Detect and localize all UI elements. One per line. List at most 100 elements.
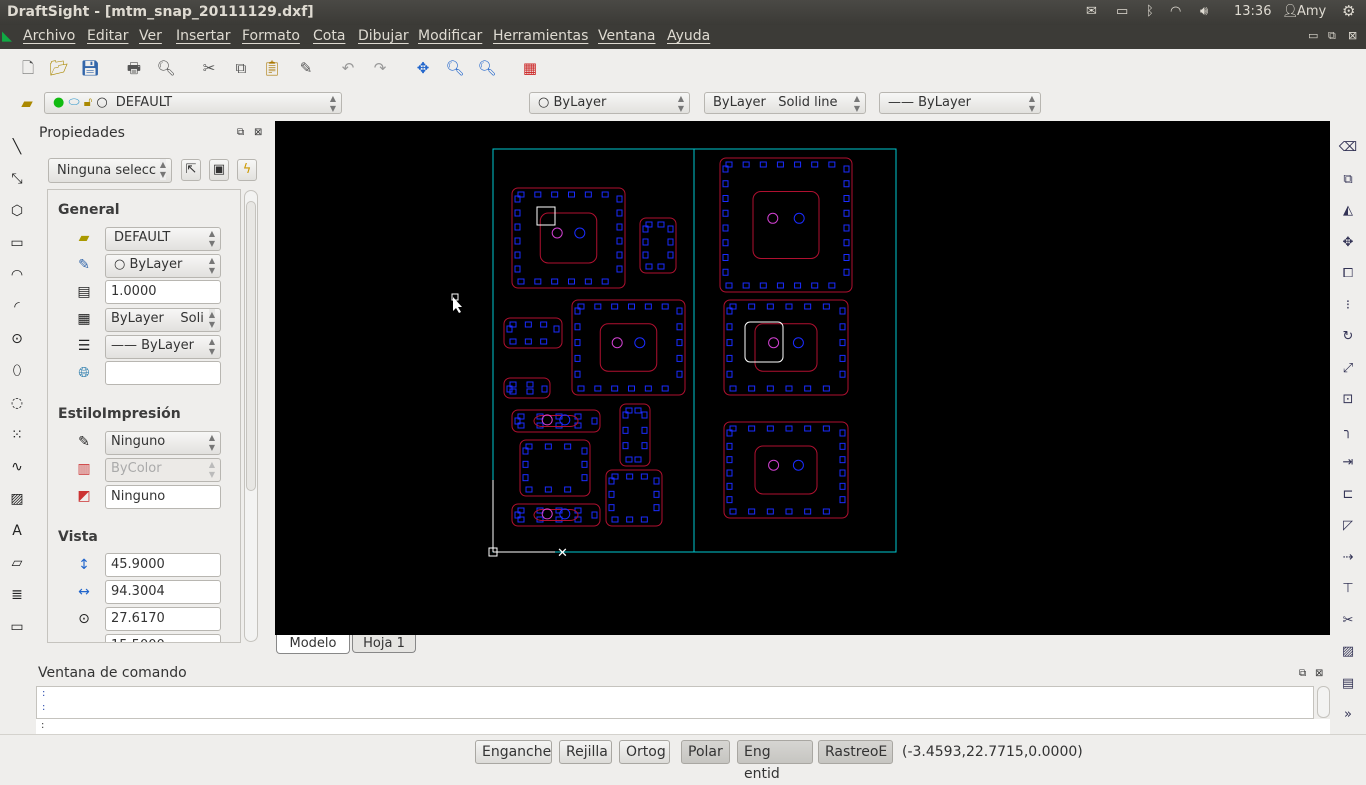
rectangle-tool-icon[interactable]: ▭ [7, 233, 27, 253]
prop-layer-combo[interactable]: DEFAULT ▲ ▼ [105, 227, 221, 251]
format-painter-icon[interactable]: ✎ [295, 57, 317, 79]
menu-modificar[interactable]: Modificar [418, 28, 482, 44]
status-ortog-button[interactable]: Ortog [619, 740, 670, 764]
redo-icon[interactable]: ↷ [369, 57, 391, 79]
arc-tool-icon[interactable]: ◠ [7, 265, 27, 285]
float-command-icon[interactable]: ⧉ [1299, 668, 1306, 679]
clock[interactable]: 13:36 [1234, 4, 1271, 19]
print-icon[interactable]: 🖶 [123, 57, 145, 79]
linestyle-combo[interactable]: ByLayer Solid line ▲ ▼ [704, 92, 866, 114]
ellipse-tool-icon[interactable]: ⬯ [7, 361, 27, 381]
print-preview-icon[interactable]: 🔍︎ [155, 57, 177, 79]
float-panel-icon[interactable]: ⧉ [237, 127, 244, 138]
move-tool-icon[interactable]: ✥ [1338, 233, 1358, 253]
polygon-tool-icon[interactable]: ⬡ [7, 201, 27, 221]
menu-dibujar[interactable]: Dibujar [358, 28, 409, 44]
prop-scale-field[interactable]: 1.0000 [105, 280, 221, 304]
status-polar-button[interactable]: Polar [681, 740, 730, 764]
more-tool-icon[interactable]: » [1338, 705, 1358, 725]
hatch-edit-tool-icon[interactable]: ▨ [1338, 642, 1358, 662]
close-doc-icon[interactable]: ⊠ [1348, 29, 1357, 42]
note-tool-icon[interactable]: ≣ [7, 585, 27, 605]
mirror-tool-icon[interactable]: ◭ [1338, 201, 1358, 221]
color-combo[interactable]: ○ ByLayer ▲ ▼ [529, 92, 690, 114]
undo-icon[interactable]: ↶ [337, 57, 359, 79]
zoom-previous-icon[interactable]: 🔍︎ [476, 57, 498, 79]
stretch-tool-icon[interactable]: ⊡ [1338, 390, 1358, 410]
layer-icon[interactable]: ▰ [16, 92, 38, 114]
wifi-icon[interactable]: ◠ [1170, 4, 1181, 19]
tab-modelo[interactable]: Modelo [276, 635, 350, 654]
prop-linestyle-combo[interactable]: ByLayer Soli ▲ ▼ [105, 308, 221, 332]
properties-tool-icon[interactable]: ▤ [1338, 674, 1358, 694]
restore-doc-icon[interactable]: ⧉ [1328, 29, 1336, 43]
pattern-tool-icon[interactable]: ⁝ [1338, 296, 1358, 316]
print-style-combo[interactable]: Ninguno ▲ ▼ [105, 431, 221, 455]
view-center-x-field[interactable]: 27.6170 [105, 607, 221, 631]
elliptical-arc-tool-icon[interactable]: ◌ [7, 393, 27, 413]
menu-herramientas[interactable]: Herramientas [493, 28, 588, 44]
menu-cota[interactable]: Cota [313, 28, 345, 44]
zoom-realtime-icon[interactable]: 🔍︎ [444, 57, 466, 79]
spline-tool-icon[interactable]: ∿ [7, 457, 27, 477]
attached-table-field[interactable]: Ninguno [105, 485, 221, 509]
layer-manager-icon[interactable]: ▦ [519, 57, 541, 79]
new-file-icon[interactable]: 🗋 [17, 57, 39, 79]
circle-tool-icon[interactable]: ⊙ [7, 329, 27, 349]
quick-select-button[interactable]: ϟ [237, 159, 257, 181]
mail-icon[interactable]: ✉ [1086, 4, 1097, 19]
menu-ver[interactable]: Ver [139, 28, 162, 44]
rotate-tool-icon[interactable]: ↻ [1338, 327, 1358, 347]
status-enganche-button[interactable]: Enganche [475, 740, 552, 764]
scale-tool-icon[interactable]: ⤢ [1338, 359, 1358, 379]
settings-gear-icon[interactable]: ⚙ [1342, 2, 1355, 20]
cut-icon[interactable]: ✂ [198, 57, 220, 79]
line-tool-icon[interactable]: ╲ [7, 137, 27, 157]
copy-icon[interactable]: ⧉ [230, 57, 252, 79]
prop-color-combo[interactable]: ○ ByLayer ▲ ▼ [105, 254, 221, 278]
bluetooth-icon[interactable]: ᛒ [1146, 4, 1154, 19]
explode-tool-icon[interactable]: ✂ [1338, 611, 1358, 631]
close-panel-icon[interactable]: ⊠ [254, 127, 262, 138]
extend-tool-icon[interactable]: ⇥ [1338, 453, 1358, 473]
properties-scrollbar[interactable] [244, 190, 258, 642]
point-array-tool-icon[interactable]: ⁙ [7, 425, 27, 445]
drawing-canvas[interactable]: ✕ [275, 121, 1330, 635]
command-scrollbar[interactable] [1317, 686, 1330, 718]
fillet-tool-icon[interactable]: ╮ [1338, 422, 1358, 442]
menu-ayuda[interactable]: Ayuda [667, 28, 710, 44]
prop-hyperlink-field[interactable] [105, 361, 221, 385]
status-rastreoe-button[interactable]: RastreoE [818, 740, 893, 764]
command-input[interactable]: : [36, 719, 1330, 734]
infinite-line-tool-icon[interactable]: ⤡ [7, 169, 27, 189]
offset-tool-icon[interactable]: ⧠ [1338, 264, 1358, 284]
volume-icon[interactable]: 🔊︎ [1200, 4, 1208, 19]
battery-icon[interactable]: ▭ [1116, 4, 1128, 19]
user-name[interactable]: Amy [1297, 4, 1326, 19]
status-rejilla-button[interactable]: Rejilla [559, 740, 612, 764]
close-command-icon[interactable]: ⊠ [1315, 668, 1323, 679]
trim-tool-icon[interactable]: ⊏ [1338, 485, 1358, 505]
status-eng-entid-button[interactable]: Eng entid [737, 740, 813, 782]
hatch-tool-icon[interactable]: ▨ [7, 489, 27, 509]
arc-3pt-tool-icon[interactable]: ◜ [7, 297, 27, 317]
region-tool-icon[interactable]: ▱ [7, 553, 27, 573]
open-file-icon[interactable]: 📂︎ [48, 57, 70, 79]
menu-formato[interactable]: Formato [242, 28, 300, 44]
tab-hoja-1[interactable]: Hoja 1 [352, 635, 416, 653]
selection-combo[interactable]: Ninguna selecc ▲ ▼ [48, 158, 172, 183]
erase-tool-icon[interactable]: ⌫ [1338, 138, 1358, 158]
lineweight-combo[interactable]: —— ByLayer ▲ ▼ [879, 92, 1041, 114]
join-tool-icon[interactable]: ⇢ [1338, 548, 1358, 568]
select-objects-button[interactable]: ⇱ [181, 159, 201, 181]
minimize-doc-icon[interactable]: ▭ [1308, 29, 1318, 42]
layer-combo[interactable]: ● ⬭ 🔓︎ ○ DEFAULT ▲ ▼ [44, 92, 342, 114]
menu-archivo[interactable]: Archivo [23, 28, 75, 44]
pan-icon[interactable]: ✥ [412, 57, 434, 79]
menu-insertar[interactable]: Insertar [176, 28, 231, 44]
view-height-field[interactable]: 45.9000 [105, 553, 221, 577]
save-icon[interactable]: 💾︎ [79, 57, 101, 79]
menu-editar[interactable]: Editar [87, 28, 128, 44]
chamfer-tool-icon[interactable]: ◸ [1338, 516, 1358, 536]
split-tool-icon[interactable]: ⊤ [1338, 579, 1358, 599]
